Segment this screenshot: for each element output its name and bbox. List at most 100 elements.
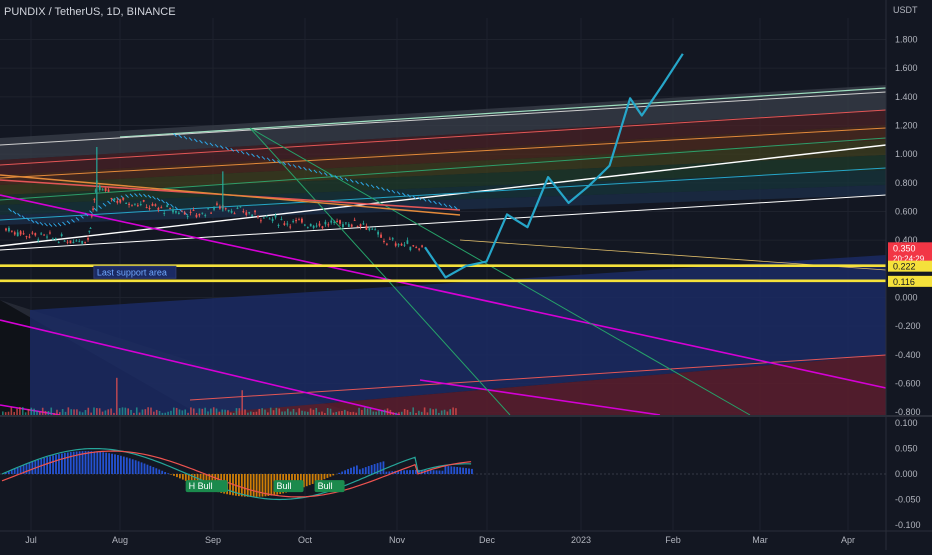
volume-bar	[119, 408, 121, 415]
macd-hist-bar	[161, 471, 163, 474]
volume-bar	[213, 407, 215, 415]
volume-bar	[204, 408, 206, 415]
volume-bar	[355, 413, 357, 415]
macd-hist-bar	[88, 451, 90, 474]
candle-body	[354, 220, 356, 221]
volume-bar	[93, 407, 95, 415]
candle-body	[169, 208, 171, 209]
volume-bar	[176, 408, 178, 415]
candle-body	[368, 228, 370, 230]
volume-bar	[99, 408, 101, 415]
macd-hist-bar	[447, 466, 449, 474]
macd-hist-bar	[350, 468, 352, 474]
candle-body	[336, 221, 338, 222]
volume-bar	[88, 408, 90, 415]
candle-body	[310, 224, 312, 227]
price-badge-text: 0.350	[893, 243, 916, 253]
macd-hist-bar	[96, 452, 98, 474]
volume-bar	[28, 409, 30, 415]
volume-bar	[48, 411, 50, 415]
candle-body	[377, 232, 379, 235]
candle-body	[257, 216, 259, 217]
candle-body	[383, 241, 385, 242]
macd-hist-bar	[99, 452, 101, 474]
price-badge-text: 0.222	[893, 262, 916, 272]
candle-body	[198, 214, 200, 216]
volume-bar	[53, 413, 55, 415]
volume-bar	[438, 413, 440, 415]
candle-body	[345, 222, 347, 223]
candle-body	[146, 207, 148, 208]
macd-hist-bar	[256, 474, 258, 497]
macd-hist-bar	[412, 470, 414, 474]
volume-bar	[56, 410, 58, 415]
volume-bar	[39, 412, 41, 415]
volume-bar	[344, 410, 346, 415]
volume-bar	[22, 407, 24, 415]
volume-bar	[307, 412, 309, 415]
volume-bar	[333, 413, 335, 415]
volume-bar	[184, 410, 186, 415]
volume-bar	[430, 408, 432, 415]
chart-svg[interactable]: Last support areaH BullBullBullUSDT1.800…	[0, 0, 932, 550]
volume-bar	[170, 411, 172, 415]
macd-hist-bar	[344, 470, 346, 474]
macd-y-tick: -0.100	[895, 520, 921, 530]
volume-bar	[45, 411, 47, 415]
y-axis-tick: 1.400	[895, 92, 918, 102]
volume-bar	[418, 411, 420, 415]
candle-body	[187, 216, 189, 217]
macd-label-text: Bull	[277, 481, 292, 491]
candle-body	[298, 219, 300, 220]
macd-hist-bar	[362, 468, 364, 474]
candle-body	[204, 215, 206, 216]
candle-body	[37, 239, 39, 241]
macd-hist-bar	[329, 474, 331, 477]
volume-bar	[136, 407, 138, 415]
candle-body	[31, 233, 33, 234]
candle-body	[357, 226, 359, 227]
candle-body	[225, 208, 227, 209]
volume-bar	[11, 407, 13, 415]
candle-body	[201, 213, 203, 214]
volume-bar	[187, 413, 189, 415]
volume-bar	[455, 408, 457, 415]
volume-bar	[441, 411, 443, 415]
volume-bar	[33, 409, 35, 415]
candle-body	[421, 245, 423, 246]
volume-bar	[387, 408, 389, 415]
volume-bar	[264, 410, 266, 415]
macd-hist-bar	[105, 453, 107, 474]
candle-body	[398, 244, 400, 245]
y-axis-unit: USDT	[893, 5, 918, 15]
candle-body	[371, 229, 373, 230]
candle-body	[140, 204, 142, 205]
volume-bar	[16, 409, 18, 415]
candle-body	[322, 226, 324, 228]
macd-hist-bar	[383, 461, 385, 474]
volume-bar	[76, 409, 78, 415]
macd-hist-bar	[347, 469, 349, 474]
candle-body	[278, 225, 280, 226]
macd-hist-bar	[312, 474, 314, 484]
volume-bar	[125, 408, 127, 415]
symbol-title: PUNDIX / TetherUS, 1D, BINANCE	[4, 6, 176, 18]
candle-body	[61, 234, 63, 236]
macd-hist-bar	[241, 474, 243, 496]
candle-body	[95, 191, 97, 192]
candle-body	[254, 211, 256, 213]
macd-hist-bar	[456, 467, 458, 474]
candle-body	[228, 210, 230, 211]
volume-bar	[313, 410, 315, 415]
candle-body	[234, 213, 236, 214]
chart-root[interactable]: Last support areaH BullBullBullUSDT1.800…	[0, 0, 932, 550]
candle-body	[70, 240, 72, 243]
volume-bar	[410, 412, 412, 415]
volume-bar	[5, 412, 7, 415]
candle-body	[283, 223, 285, 225]
candle-body	[275, 215, 277, 217]
volume-bar	[327, 408, 329, 415]
candle-body	[131, 205, 133, 206]
macd-hist-bar	[471, 469, 473, 474]
candle-body	[152, 204, 154, 206]
